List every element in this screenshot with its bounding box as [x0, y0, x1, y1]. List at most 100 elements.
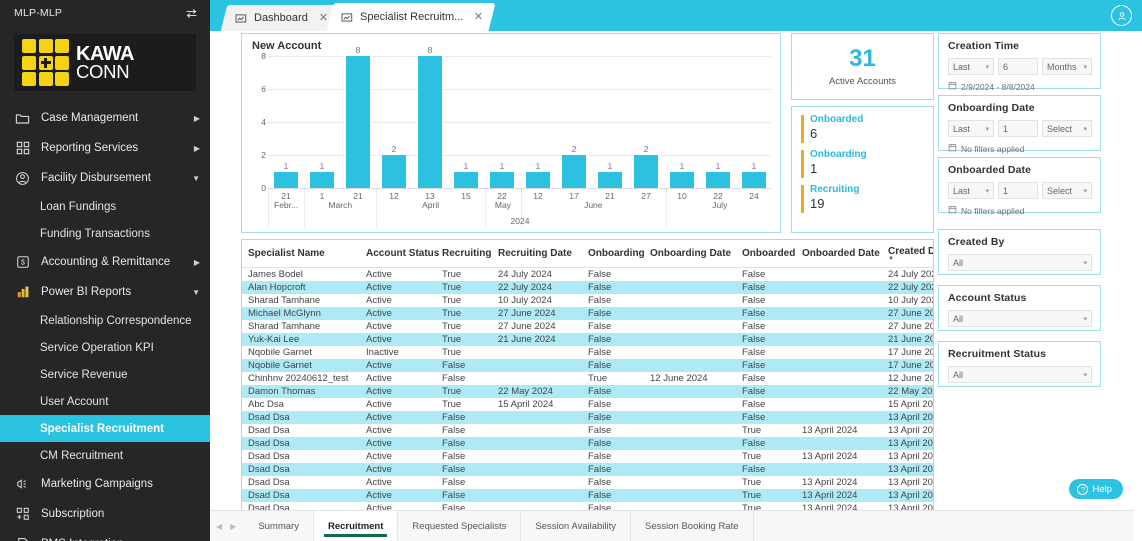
bar[interactable]: [670, 171, 694, 188]
bar[interactable]: [418, 56, 442, 188]
table-row[interactable]: Dsad Dsa Active False False False 13 April 20…: [242, 463, 933, 476]
filter-value-select[interactable]: All ▾: [948, 366, 1092, 383]
sidebar-item-reporting-services[interactable]: Reporting Services ▶: [0, 133, 210, 163]
table-row[interactable]: Dsad Dsa Active False False True 13 April 202…: [242, 489, 933, 502]
table-row[interactable]: Abc Dsa Active True 15 April 2024 False False…: [242, 398, 933, 411]
close-icon[interactable]: ✕: [319, 12, 328, 24]
table-row[interactable]: Chinhnv 20240612_test Active False True 12 J…: [242, 372, 933, 385]
chevron-down-icon: ▾: [1083, 187, 1087, 195]
table-row[interactable]: Dsad Dsa Active False False False 13 April 20…: [242, 437, 933, 450]
table-row[interactable]: Nqobile Garnet Active False False False 17 Ju…: [242, 359, 933, 372]
page-tab-requested-specialists[interactable]: Requested Specialists: [398, 510, 522, 541]
bar[interactable]: [382, 155, 406, 188]
new-account-chart-card[interactable]: New Account 0 2 4 6 8 1 1 8 2 8 1 1 1 2 1 2 1 1 1 2 1 1 2 1 1 2…: [241, 33, 781, 233]
table-column-header[interactable]: Recruiting Date: [492, 240, 582, 268]
filter-value-select[interactable]: All ▾: [948, 254, 1092, 271]
sidebar-item-subscription[interactable]: Subscription: [0, 499, 210, 529]
sidebar-item-accounting-remittance[interactable]: $ Accounting & Remittance ▶: [0, 247, 210, 277]
sidebar-item-specialist-recruitment[interactable]: Specialist Recruitment: [0, 415, 210, 442]
table-column-header[interactable]: Onboarded Date: [796, 240, 882, 268]
bar[interactable]: [310, 171, 334, 188]
table-column-header[interactable]: Created Date▼: [882, 240, 933, 268]
table-column-header[interactable]: Onboarded: [736, 240, 796, 268]
page-tab-session-booking-rate[interactable]: Session Booking Rate: [631, 510, 754, 541]
sidebar-item-user-account[interactable]: User Account: [0, 388, 210, 415]
bar[interactable]: [706, 171, 730, 188]
table-cell: False: [588, 425, 612, 436]
filter-created-by[interactable]: Created By All ▾: [938, 229, 1101, 275]
table-row[interactable]: Yuk-Kai Lee Active True 21 June 2024 False Fa…: [242, 333, 933, 346]
filter-account-status[interactable]: Account Status All ▾: [938, 285, 1101, 331]
sidebar-item-facility-disbursement[interactable]: Facility Disbursement ▼: [0, 163, 210, 193]
bar[interactable]: [742, 171, 766, 188]
sidebar-item-cm-recruitment[interactable]: CM Recruitment: [0, 442, 210, 469]
table-cell: Nqobile Garnet: [248, 360, 312, 371]
bar[interactable]: [274, 171, 298, 188]
table-row[interactable]: Sharad Tamhane Active True 10 July 2024 Fals…: [242, 294, 933, 307]
tab-dashboard[interactable]: Dashboard ✕: [220, 5, 340, 31]
bar[interactable]: [346, 56, 370, 188]
table-row[interactable]: James Bodel Active True 24 July 2024 False Fa…: [242, 268, 933, 282]
table-row[interactable]: Dsad Dsa Active False False True 13 April 202…: [242, 424, 933, 437]
sidebar-item-service-operation-kpi[interactable]: Service Operation KPI: [0, 334, 210, 361]
filter-amount-input[interactable]: 1: [998, 182, 1038, 199]
filter-amount-input[interactable]: 1: [998, 120, 1038, 137]
megaphone-icon: [14, 476, 31, 493]
filter-amount-input[interactable]: 6: [998, 58, 1038, 75]
filter-onboarding-date[interactable]: Onboarding Date Last ▾ 1 Select ▾ No fil…: [938, 95, 1101, 154]
filter-unit-select[interactable]: Months ▾: [1042, 58, 1092, 75]
collapse-sidebar-icon[interactable]: [184, 6, 198, 20]
bar-slot: 1: [520, 56, 556, 188]
table-row[interactable]: Dsad Dsa Active False False True 13 April 202…: [242, 450, 933, 463]
bar[interactable]: [454, 171, 478, 188]
sidebar-item-case-management[interactable]: Case Management ▶: [0, 103, 210, 133]
page-tab-recruitment[interactable]: Recruitment: [313, 510, 399, 541]
sidebar-item-power-bi-reports[interactable]: Power BI Reports ▼: [0, 277, 210, 307]
page-tab-summary[interactable]: Summary: [244, 510, 314, 541]
table-column-header[interactable]: Recruiting: [436, 240, 492, 268]
bar[interactable]: [562, 155, 586, 188]
user-account-icon[interactable]: [1111, 5, 1132, 26]
bar[interactable]: [598, 171, 622, 188]
table-row[interactable]: Alan Hopcroft Active True 22 July 2024 False…: [242, 281, 933, 294]
table-row[interactable]: Michael McGlynn Active True 27 June 2024 Fal…: [242, 307, 933, 320]
filter-unit-select[interactable]: Select ▾: [1042, 182, 1092, 199]
page-tab-session-availability[interactable]: Session Availability: [521, 510, 632, 541]
filter-unit-select[interactable]: Select ▾: [1042, 120, 1092, 137]
tab-specialist-recruitment[interactable]: Specialist Recruitm... ✕: [326, 3, 496, 31]
filter-onboarded-date[interactable]: Onboarded Date Last ▾ 1 Select ▾ No filt…: [938, 157, 1101, 216]
table-cell: [492, 372, 582, 385]
sidebar-item-loan-fundings[interactable]: Loan Fundings: [0, 193, 210, 220]
filter-mode-select[interactable]: Last ▾: [948, 120, 994, 137]
table-column-header[interactable]: Specialist Name: [242, 240, 360, 268]
sidebar-item-funding-transactions[interactable]: Funding Transactions: [0, 220, 210, 247]
table-row[interactable]: Dsad Dsa Active False False True 13 April 202…: [242, 476, 933, 489]
filter-mode-select[interactable]: Last ▾: [948, 182, 994, 199]
filter-mode-select[interactable]: Last ▾: [948, 58, 994, 75]
bar[interactable]: [490, 171, 514, 188]
table-column-header[interactable]: Onboarding Date: [644, 240, 736, 268]
sidebar-item-service-revenue[interactable]: Service Revenue: [0, 361, 210, 388]
filter-recruitment-status[interactable]: Recruitment Status All ▾: [938, 341, 1101, 387]
sidebar-item-marketing-campaigns[interactable]: Marketing Campaigns: [0, 469, 210, 499]
table-column-header[interactable]: Account Status: [360, 240, 439, 268]
table-row[interactable]: Damon Thomas Active True 22 May 2024 False Fa…: [242, 385, 933, 398]
sidebar-item-relationship-correspondence[interactable]: Relationship Correspondence: [0, 307, 210, 334]
active-accounts-kpi-card[interactable]: 31 Active Accounts: [791, 33, 934, 100]
table-row[interactable]: Sharad Tamhane Active True 27 June 2024 Fals…: [242, 320, 933, 333]
table-row[interactable]: Dsad Dsa Active False False False 13 April 20…: [242, 411, 933, 424]
help-button[interactable]: ? Help: [1069, 479, 1123, 499]
filter-creation-time[interactable]: Creation Time Last ▾ 6 Months ▾ 2/9/2024…: [938, 33, 1101, 92]
sidebar-item-pms-integration[interactable]: PMS Integration ▶: [0, 529, 210, 541]
table-cell: False: [588, 412, 612, 423]
close-icon[interactable]: ✕: [474, 11, 483, 23]
table-row[interactable]: Nqobile Garnet Inactive True False False 17 J…: [242, 346, 933, 359]
prev-page-icon[interactable]: ◀: [216, 522, 222, 531]
filter-value-select[interactable]: All ▾: [948, 310, 1092, 327]
recruitment-status-kpi-card[interactable]: Onboarded 6 Onboarding 1 Recruiting 19: [791, 106, 934, 233]
specialist-table-card[interactable]: Specialist Name Account Status Recruiting R…: [241, 239, 934, 529]
bar[interactable]: [526, 171, 550, 188]
next-page-icon[interactable]: ▶: [230, 522, 236, 531]
table-column-header[interactable]: Onboarding: [582, 240, 645, 268]
bar[interactable]: [634, 155, 658, 188]
